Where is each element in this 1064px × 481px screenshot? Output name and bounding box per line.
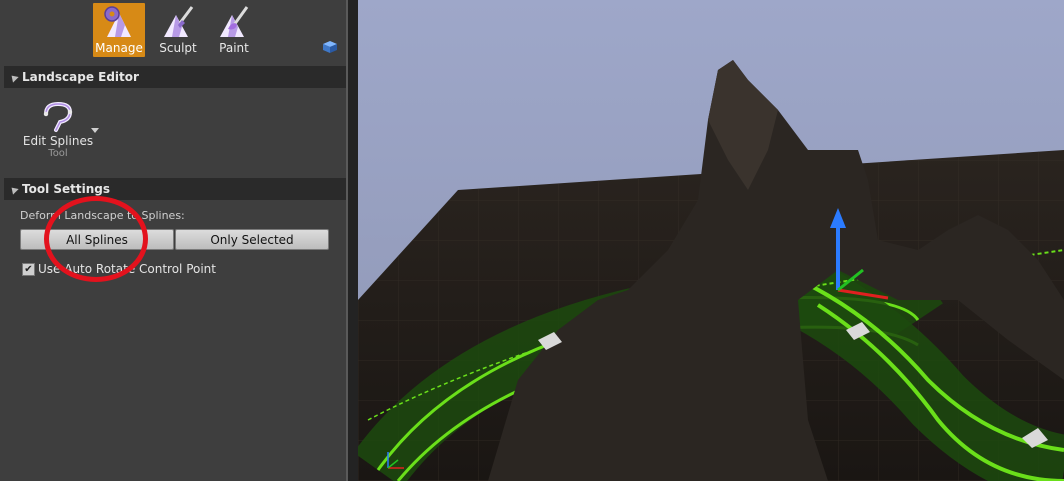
highlight-annotation-circle: [44, 196, 148, 282]
viewport-scene: [358, 0, 1064, 481]
landscape-editor-panel: Manage Sculpt Paint Landscape Editor Edi…: [0, 0, 348, 481]
spline-tool-icon: [43, 101, 73, 132]
only-selected-button[interactable]: Only Selected: [175, 229, 329, 250]
chevron-down-icon[interactable]: [91, 128, 99, 133]
panel-splitter[interactable]: [348, 0, 358, 481]
mode-paint-label: Paint: [219, 41, 249, 55]
section-title: Tool Settings: [22, 182, 111, 196]
sculpt-icon: [164, 6, 194, 37]
section-header-tool-settings[interactable]: Tool Settings: [4, 178, 346, 200]
collapse-arrow-icon[interactable]: [8, 72, 19, 83]
section-header-landscape-editor[interactable]: Landscape Editor: [4, 66, 346, 88]
tool-label: Edit Splines: [22, 134, 94, 148]
auto-rotate-checkbox[interactable]: ✔: [22, 263, 35, 276]
edit-splines-tool-button[interactable]: Edit Splines Tool: [22, 100, 94, 166]
settings-cube-icon[interactable]: [322, 40, 338, 54]
mode-manage-label: Manage: [95, 41, 143, 55]
mode-manage-button[interactable]: Manage: [93, 3, 145, 57]
manage-icon: [104, 6, 131, 37]
level-viewport[interactable]: [358, 0, 1064, 481]
collapse-arrow-icon[interactable]: [8, 184, 19, 195]
mode-sculpt-button[interactable]: Sculpt: [152, 3, 204, 57]
landscape-editor-window: Manage Sculpt Paint Landscape Editor Edi…: [0, 0, 1064, 481]
mode-sculpt-label: Sculpt: [159, 41, 197, 55]
mode-paint-button[interactable]: Paint: [208, 3, 260, 57]
section-title: Landscape Editor: [22, 70, 139, 84]
tool-sublabel: Tool: [48, 148, 68, 159]
paint-icon: [220, 6, 249, 37]
